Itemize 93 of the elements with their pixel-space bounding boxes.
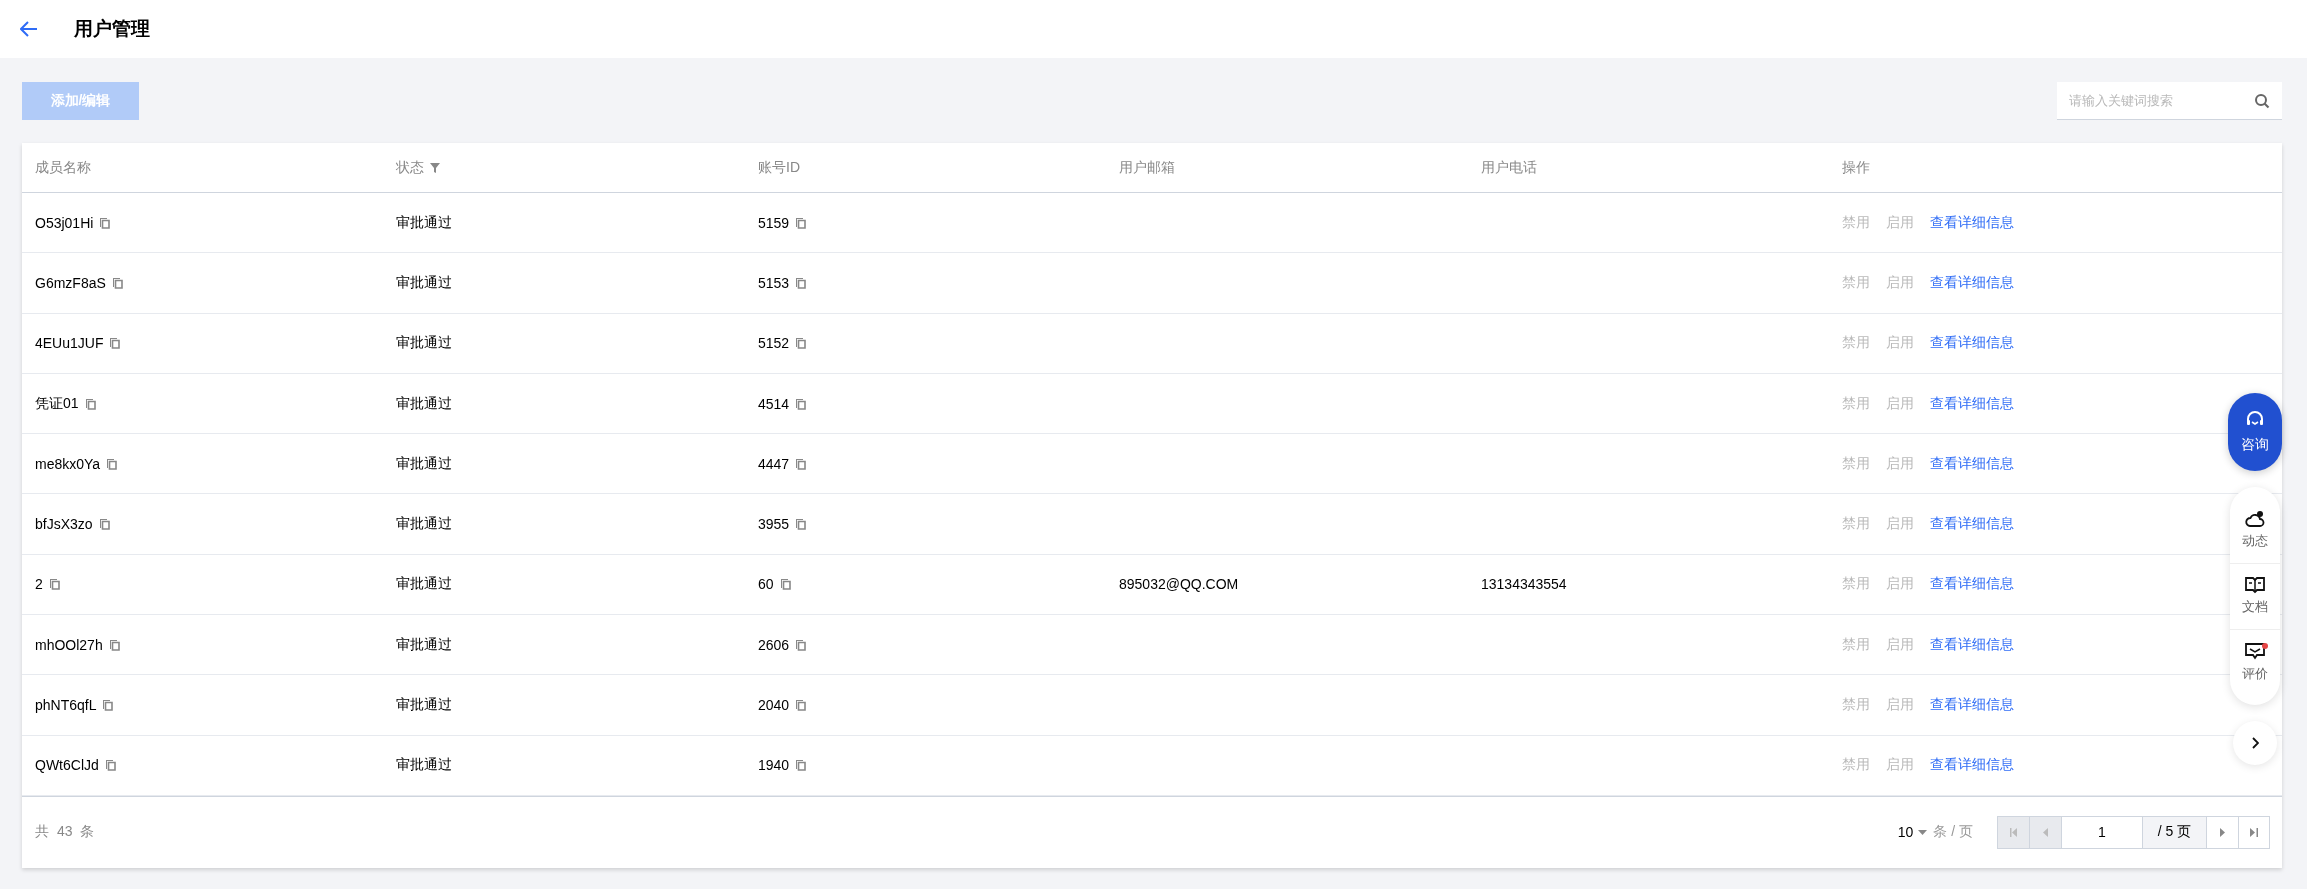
table-cell: G6mzF8aS [35,274,106,291]
back-arrow-icon [20,21,38,37]
copy-icon[interactable] [795,759,807,772]
table-cell: 审批通过 [396,334,452,353]
copy-icon[interactable] [779,578,791,591]
chevron-right-icon [2251,737,2259,749]
table-cell: 审批通过 [396,394,452,413]
copy-icon[interactable] [109,337,121,350]
table-cell: 895032@QQ.COM [1119,576,1239,593]
copy-icon[interactable] [99,216,111,229]
copy-icon[interactable] [48,578,60,591]
copy-icon[interactable] [795,216,807,229]
action-link[interactable]: 查看详细信息 [1930,273,2014,292]
action-link[interactable]: 查看详细信息 [1930,756,2014,775]
side-panel-item[interactable]: 动态 [2230,497,2280,563]
action-link[interactable]: 查看详细信息 [1930,334,2014,353]
copy-icon[interactable] [795,457,807,470]
table-cell: 审批通过 [396,756,452,775]
column-header: 用户电话 [1481,158,1537,177]
copy-icon[interactable] [104,759,116,772]
table-cell: 审批通过 [396,273,452,292]
column-header: 成员名称 [35,158,91,177]
page-input[interactable]: 1 [2061,816,2142,849]
book-icon [2245,577,2265,594]
copy-icon[interactable] [108,638,120,651]
table-cell: 凭证01 [35,394,79,413]
copy-icon[interactable] [795,276,807,289]
copy-icon[interactable] [795,518,807,531]
caret-icon [1918,830,1928,835]
table-cell: 4447 [758,455,790,472]
copy-icon[interactable] [98,518,110,531]
column-header: 账号ID [758,158,800,177]
last-page-icon [2250,828,2258,837]
table-cell: QWt6ClJd [35,757,99,774]
action-link[interactable]: 查看详细信息 [1930,696,2014,714]
cloud-bell-icon [2245,510,2265,528]
side-panel-item[interactable]: 文档 [2230,563,2280,629]
table-cell: bfJsX3zo [35,516,93,533]
page-nav-button[interactable] [2238,816,2270,849]
previous-icon [2043,828,2048,837]
action-link[interactable]: 查看详细信息 [1930,394,2014,413]
action-link[interactable]: 查看详细信息 [1930,515,2014,534]
copy-icon[interactable] [84,397,96,410]
table-cell: 审批通过 [396,635,452,654]
table-cell: me8kx0Ya [35,455,101,472]
table-cell: 3955 [758,516,790,533]
table-cell: 13134343554 [1481,576,1567,593]
table-cell: 4EUu1JUF [35,335,104,352]
table-cell: 审批通过 [396,696,452,714]
column-header: 状态 [396,158,424,177]
page-size-select[interactable]: 10 [1897,824,1928,841]
table-cell: 审批通过 [396,213,452,232]
back-button[interactable] [20,21,38,37]
table-cell: 审批通过 [396,515,452,534]
total-count: 共 43 条 [35,823,95,842]
page-total: / 5 页 [2142,816,2206,849]
table-cell: phNT6qfL [35,697,97,713]
search-icon[interactable] [2254,93,2270,109]
search-field[interactable]: 请输入关键词搜索 [2057,82,2282,120]
table-cell: 审批通过 [396,575,452,594]
copy-icon[interactable] [795,397,807,410]
table-cell: 5159 [758,214,790,231]
action-link[interactable]: 查看详细信息 [1930,575,2014,594]
table-cell: 2606 [758,636,790,653]
table-cell: 2 [35,576,43,593]
column-header: 用户邮箱 [1119,158,1175,177]
copy-icon[interactable] [111,276,123,289]
table-cell: 60 [758,576,774,593]
action-link[interactable]: 查看详细信息 [1930,635,2014,654]
table-cell: 1940 [758,757,790,774]
table-cell: 2040 [758,697,790,713]
table-cell: 5153 [758,274,790,291]
table-cell: 5152 [758,335,790,352]
table-cell: mhOOl27h [35,636,103,653]
comment-icon [2245,642,2265,661]
filter-icon[interactable] [430,162,440,173]
copy-icon[interactable] [795,638,807,651]
first-page-icon [2009,828,2018,837]
page-size-unit: 条 / 页 [1933,823,1973,842]
copy-icon[interactable] [795,699,807,711]
copy-icon[interactable] [102,699,114,711]
page-nav-button[interactable] [2206,816,2238,849]
action-link[interactable]: 查看详细信息 [1930,213,2014,232]
copy-icon[interactable] [106,457,118,470]
action-link[interactable]: 查看详细信息 [1930,454,2014,473]
next-icon [2220,828,2225,837]
table-cell: 4514 [758,395,790,412]
copy-icon[interactable] [795,337,807,350]
table-cell: O53j01Hi [35,214,94,231]
page-title: 用户管理 [74,17,150,41]
table-cell: 审批通过 [396,454,452,473]
column-header: 操作 [1842,158,1870,177]
side-panel-item[interactable]: 评价 [2230,629,2280,695]
